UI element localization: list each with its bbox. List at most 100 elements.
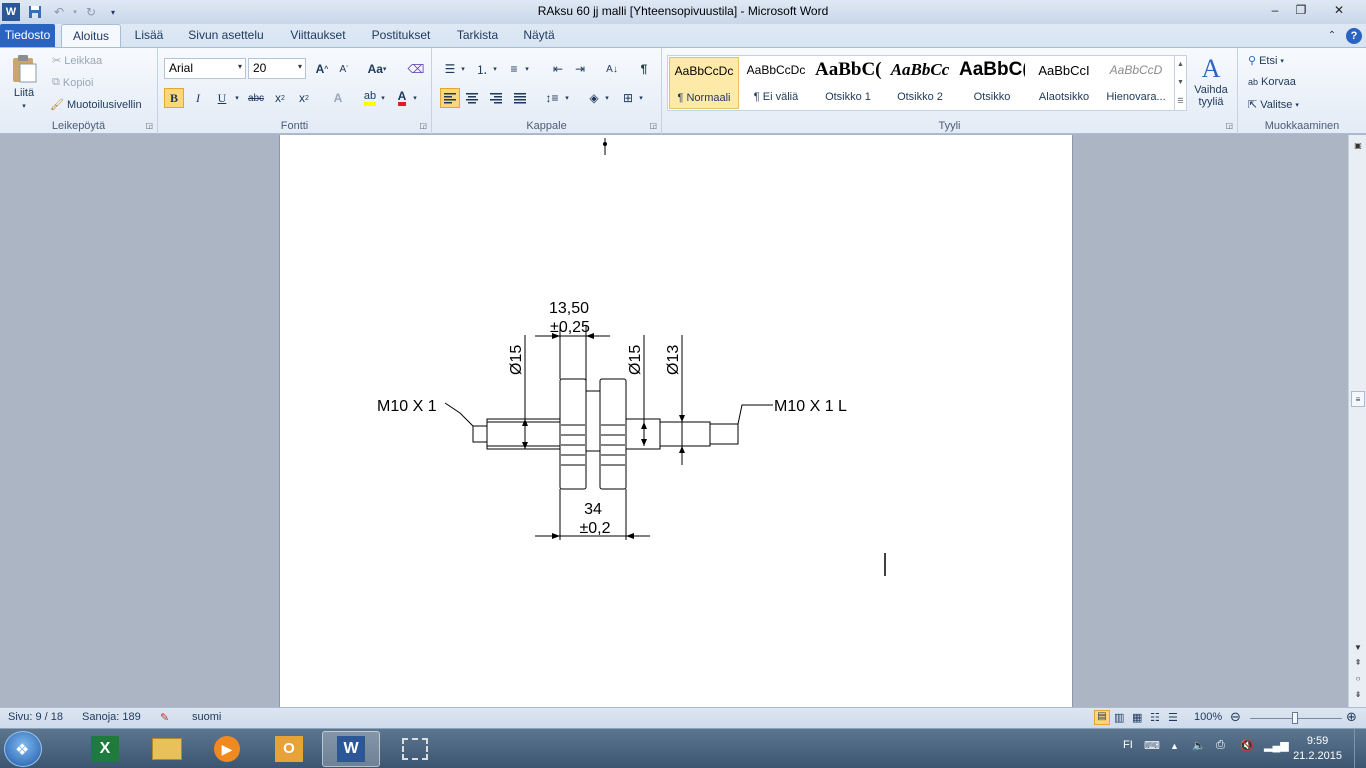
outline-view-icon[interactable]: ☷: [1150, 711, 1160, 724]
style-title[interactable]: AaBbC( Otsikko: [957, 57, 1027, 109]
previous-page-icon[interactable]: ⇞: [1351, 655, 1365, 669]
ribbon-minimize-icon[interactable]: ⌃: [1322, 24, 1342, 47]
sort-icon[interactable]: A↓: [602, 59, 622, 79]
zoom-level[interactable]: 100%: [1194, 711, 1222, 723]
underline-dropdown-icon[interactable]: ▾: [232, 88, 242, 108]
borders-dropdown-icon[interactable]: ▾: [636, 88, 646, 108]
text-effects-icon[interactable]: A: [328, 88, 348, 108]
show-desktop-button[interactable]: [1354, 729, 1366, 768]
paragraph-launcher-icon[interactable]: ◲: [649, 121, 657, 130]
borders-icon[interactable]: ⊞: [618, 88, 638, 108]
network-icon[interactable]: ▂▄▆: [1264, 739, 1289, 752]
start-button[interactable]: ❖: [4, 731, 42, 767]
tab-file[interactable]: Tiedosto: [0, 24, 55, 47]
subscript-button[interactable]: x2: [270, 88, 290, 108]
close-button[interactable]: ✕: [1314, 0, 1364, 20]
taskbar-snipping-tool[interactable]: [386, 731, 444, 767]
numbering-dropdown-icon[interactable]: ▾: [490, 59, 500, 79]
language-indicator[interactable]: suomi: [192, 711, 221, 723]
clear-formatting-icon[interactable]: ⌫: [406, 59, 426, 79]
keyboard-icon[interactable]: ⌨: [1144, 739, 1160, 752]
strikethrough-button[interactable]: abc: [246, 88, 266, 108]
document-page[interactable]: 13,50 ±0,25 Ø15 Ø15 Ø13 M10 X 1 M10 X 1 …: [279, 135, 1073, 707]
tab-mailings[interactable]: Postitukset: [365, 24, 437, 47]
word-count[interactable]: Sanoja: 189: [82, 711, 141, 723]
numbering-icon[interactable]: ⒈: [472, 59, 492, 79]
styles-launcher-icon[interactable]: ◲: [1225, 121, 1233, 130]
scroll-down-arrow[interactable]: ▼: [1351, 640, 1365, 654]
web-layout-icon[interactable]: ▦: [1132, 711, 1142, 724]
line-spacing-dropdown-icon[interactable]: ▾: [562, 88, 572, 108]
tab-page-layout[interactable]: Sivun asettelu: [181, 24, 271, 47]
full-screen-reading-icon[interactable]: ▥: [1114, 711, 1124, 724]
grow-font-icon[interactable]: A ^: [312, 59, 332, 79]
increase-indent-icon[interactable]: ⇥: [570, 59, 590, 79]
multilevel-dropdown-icon[interactable]: ▾: [522, 59, 532, 79]
print-layout-icon[interactable]: ▤: [1094, 710, 1110, 725]
justify-icon[interactable]: [510, 88, 530, 108]
italic-button[interactable]: I: [188, 88, 208, 108]
copy-button[interactable]: ⧉ Kopioi: [52, 76, 93, 89]
gallery-scrollbar[interactable]: ▲ ▼ ☰: [1174, 56, 1186, 110]
change-styles-button[interactable]: A Vaihda tyyliä: [1190, 54, 1232, 108]
format-painter-button[interactable]: 🖌 Muotoilusivellin: [50, 98, 142, 112]
change-case-button[interactable]: Aa ▾: [364, 59, 390, 79]
maximize-button[interactable]: ❐: [1288, 0, 1314, 20]
font-name-combo[interactable]: Arial ▾: [164, 58, 246, 79]
gallery-down-icon[interactable]: ▼: [1177, 79, 1184, 86]
zoom-slider-thumb[interactable]: [1292, 712, 1298, 724]
align-right-icon[interactable]: [486, 88, 506, 108]
font-color-dropdown-icon[interactable]: ▾: [410, 88, 420, 108]
taskbar-outlook[interactable]: O: [260, 731, 318, 767]
style-subtle-emphasis[interactable]: AaBbCcD Hienovara...: [1101, 57, 1171, 109]
next-page-icon[interactable]: ⇟: [1351, 687, 1365, 701]
device-icon[interactable]: ⎙: [1216, 739, 1225, 752]
style-heading-2[interactable]: AaBbCc Otsikko 2: [885, 57, 955, 109]
show-hidden-icons[interactable]: ▲: [1170, 741, 1179, 751]
find-button[interactable]: ⚲ Etsi ▾: [1248, 54, 1284, 68]
gallery-up-icon[interactable]: ▲: [1177, 61, 1184, 68]
gallery-more-icon[interactable]: ☰: [1177, 97, 1183, 105]
browse-object-icon[interactable]: ○: [1351, 671, 1365, 685]
vertical-scrollbar[interactable]: ▣ ≡ ▼ ⇞ ○ ⇟: [1348, 135, 1366, 707]
tab-home[interactable]: Aloitus: [61, 24, 121, 47]
taskbar-media-player[interactable]: ▶: [198, 731, 256, 767]
shading-icon[interactable]: ◈: [584, 88, 604, 108]
taskbar-explorer[interactable]: [138, 731, 196, 767]
proofing-icon[interactable]: ✎: [160, 711, 169, 724]
bullets-dropdown-icon[interactable]: ▾: [458, 59, 468, 79]
cut-button[interactable]: ✂ Leikkaa: [52, 54, 102, 68]
zoom-in-icon[interactable]: ⊕: [1346, 709, 1357, 725]
font-size-dropdown-icon[interactable]: ▾: [298, 62, 302, 71]
font-size-combo[interactable]: 20 ▾: [248, 58, 306, 79]
align-left-icon[interactable]: [440, 88, 460, 108]
highlight-dropdown-icon[interactable]: ▾: [378, 88, 388, 108]
highlight-color-icon[interactable]: ab: [360, 88, 380, 108]
show-formatting-icon[interactable]: ¶: [634, 59, 654, 79]
clock[interactable]: 9:59 21.2.2015: [1293, 734, 1342, 764]
tab-review[interactable]: Tarkista: [450, 24, 505, 47]
tab-view[interactable]: Näytä: [518, 24, 560, 47]
superscript-button[interactable]: x2: [294, 88, 314, 108]
zoom-out-icon[interactable]: ⊖: [1230, 709, 1241, 725]
tab-insert[interactable]: Lisää: [129, 24, 169, 47]
multilevel-list-icon[interactable]: ≡: [504, 59, 524, 79]
draft-view-icon[interactable]: ☰: [1168, 711, 1178, 724]
font-launcher-icon[interactable]: ◲: [419, 121, 427, 130]
replace-button[interactable]: ab Korvaa: [1248, 76, 1296, 88]
line-spacing-icon[interactable]: ↕≡: [542, 88, 562, 108]
taskbar-word[interactable]: W: [322, 731, 380, 767]
font-color-icon[interactable]: A: [392, 88, 412, 108]
taskbar-excel[interactable]: X: [76, 731, 134, 767]
decrease-indent-icon[interactable]: ⇤: [548, 59, 568, 79]
style-normal[interactable]: AaBbCcDc ¶ Normaali: [669, 57, 739, 109]
underline-button[interactable]: U: [212, 88, 232, 108]
ruler-toggle-icon[interactable]: ▣: [1351, 138, 1365, 152]
input-language[interactable]: FI: [1123, 739, 1133, 751]
select-button[interactable]: ⇱ Valitse ▾: [1248, 98, 1299, 112]
bullets-icon[interactable]: ☰: [440, 59, 460, 79]
style-subtitle[interactable]: AaBbCcI Alaotsikko: [1029, 57, 1099, 109]
style-no-spacing[interactable]: AaBbCcDc ¶ Ei väliä: [741, 57, 811, 109]
help-icon[interactable]: ?: [1344, 24, 1364, 47]
bold-button[interactable]: B: [164, 88, 184, 108]
